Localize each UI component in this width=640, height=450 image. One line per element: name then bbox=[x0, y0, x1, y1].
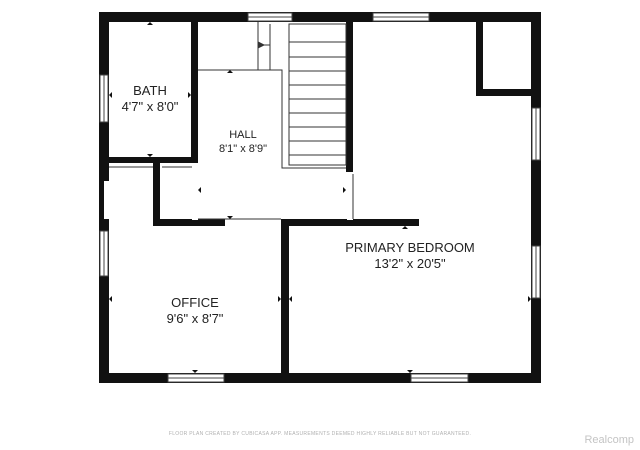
wall-bottom bbox=[99, 373, 541, 383]
window-right-upper bbox=[531, 107, 541, 161]
hall-dimensions: 8'1" x 8'9" bbox=[218, 142, 268, 155]
office-dimensions: 9'6" x 8'7" bbox=[166, 311, 224, 327]
stair-run bbox=[288, 23, 347, 166]
window-left-bath bbox=[99, 74, 109, 123]
primary-bedroom-name: PRIMARY BEDROOM bbox=[345, 240, 475, 255]
floor-plan bbox=[99, 12, 541, 383]
door-openings bbox=[104, 174, 353, 220]
room-label-office: OFFICE 9'6" x 8'7" bbox=[135, 295, 255, 328]
bath-dimensions: 4'7" x 8'0" bbox=[121, 99, 179, 115]
wall-office-bedroom bbox=[281, 219, 289, 377]
window-bottom-office bbox=[167, 373, 225, 383]
window-right-lower bbox=[531, 245, 541, 299]
wall-bedroom-north bbox=[281, 219, 419, 226]
window-left-office bbox=[99, 230, 109, 277]
wall-right bbox=[531, 12, 541, 383]
wall-bath-south bbox=[105, 157, 198, 163]
wall-closet-east bbox=[153, 160, 160, 226]
room-label-hall: HALL 8'1" x 8'9" bbox=[198, 129, 288, 157]
wall-closet-west bbox=[476, 20, 483, 96]
primary-bedroom-dimensions: 13'2" x 20'5" bbox=[374, 256, 446, 272]
hall-name: HALL bbox=[229, 129, 257, 141]
closet-door-opening bbox=[104, 181, 110, 219]
window-bottom-bedroom bbox=[410, 373, 469, 383]
window-top-bedroom bbox=[372, 12, 430, 22]
wall-office-north bbox=[153, 219, 225, 226]
wall-closet-south bbox=[476, 89, 534, 96]
window-top-hall bbox=[247, 12, 293, 22]
room-label-bath: BATH 4'7" x 8'0" bbox=[109, 83, 191, 116]
room-label-primary-bedroom: PRIMARY BEDROOM 13'2" x 20'5" bbox=[330, 240, 490, 273]
watermark-logo-text: Realcomp bbox=[584, 434, 634, 446]
bath-name: BATH bbox=[133, 83, 167, 98]
bedroom-door-opening bbox=[347, 174, 353, 220]
wall-top bbox=[99, 12, 541, 22]
stair-arrow-icon bbox=[257, 41, 266, 49]
wall-bath-east bbox=[191, 20, 198, 163]
office-name: OFFICE bbox=[171, 295, 219, 310]
wall-stair-east bbox=[346, 20, 353, 172]
hall-door-opening bbox=[192, 186, 198, 220]
footer-disclaimer: FLOOR PLAN CREATED BY CUBICASA APP. MEAS… bbox=[168, 431, 472, 437]
